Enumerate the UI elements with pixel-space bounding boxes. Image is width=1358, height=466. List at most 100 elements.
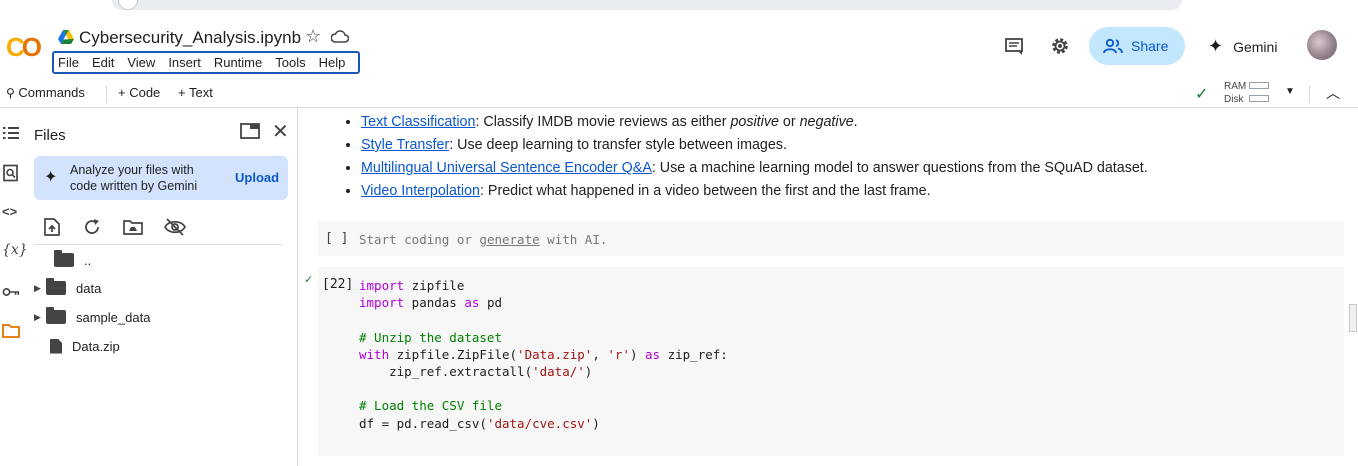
disk-bar: [1249, 95, 1269, 102]
folder-icon[interactable]: [2, 322, 20, 340]
key-icon[interactable]: [2, 283, 20, 301]
menu-item-help[interactable]: Help: [319, 55, 346, 70]
cell-prompt[interactable]: [ ]: [325, 231, 348, 246]
menu-item-runtime[interactable]: Runtime: [214, 55, 262, 70]
list-text: or: [778, 114, 800, 130]
file-name: data: [76, 280, 102, 296]
file-tree-row[interactable]: ..: [34, 248, 91, 272]
divider: [34, 244, 282, 245]
sparkle-icon: ✦: [1208, 36, 1224, 56]
list-text: : Use deep learning to transfer style be…: [449, 137, 787, 153]
empty-code-cell[interactable]: [ ] Start coding or generate with AI.: [318, 221, 1344, 256]
banner-line: code written by Gemini: [70, 179, 198, 193]
list-text: : Use a machine learning model to answer…: [651, 160, 1148, 176]
share-button[interactable]: Share: [1089, 27, 1185, 65]
placeholder-text: Start coding or: [359, 232, 480, 247]
link[interactable]: Text Classification: [361, 114, 475, 130]
notebook-header: CO Cybersecurity_Analysis.ipynb ☆ File Ed…: [0, 14, 1358, 80]
ram-label: RAM: [1224, 81, 1247, 92]
expand-arrow-icon[interactable]: ▶: [34, 312, 46, 323]
connected-check-icon: ✓: [1195, 86, 1209, 103]
search-icon: ⚲: [6, 86, 15, 100]
mount-drive-icon[interactable]: [123, 218, 143, 236]
upload-file-icon[interactable]: [44, 218, 60, 236]
list-text: .: [853, 114, 858, 130]
ram-bar: [1249, 82, 1269, 89]
banner-text: Analyze your files with code written by …: [70, 162, 197, 194]
upload-button[interactable]: Upload: [235, 170, 279, 185]
file-tree-row[interactable]: ▶ sample_data: [34, 305, 150, 329]
panel-title: Files: [34, 127, 66, 144]
gemini-banner: ✦ Analyze your files with code written b…: [34, 156, 288, 200]
disk-label: Disk: [1224, 94, 1244, 105]
menu-item-view[interactable]: View: [127, 55, 155, 70]
find-icon[interactable]: [2, 164, 20, 182]
refresh-icon[interactable]: [83, 218, 101, 236]
address-bar[interactable]: [112, 0, 1182, 10]
list-text: : Classify IMDB movie reviews as either: [475, 114, 731, 130]
collapse-icon[interactable]: ︿: [1326, 83, 1340, 103]
commands-label: Commands: [18, 85, 85, 100]
files-panel: Files ✕ ✦ Analyze your files with code w…: [24, 108, 298, 466]
close-icon[interactable]: ✕: [272, 119, 289, 144]
gemini-button[interactable]: ✦ Gemini: [1208, 36, 1277, 57]
file-name: sample_data: [76, 309, 151, 325]
people-icon: [1103, 38, 1123, 54]
executed-check-icon: ✓: [304, 274, 314, 286]
folder-icon: [46, 307, 66, 324]
menu-item-tools[interactable]: Tools: [275, 55, 305, 70]
file-name: Data.zip: [72, 338, 120, 354]
cell-placeholder: Start coding or generate with AI.: [359, 232, 607, 247]
hidden-files-icon[interactable]: [164, 217, 186, 237]
generate-link[interactable]: generate: [479, 232, 539, 247]
share-label: Share: [1131, 38, 1169, 54]
file-name: ..: [84, 252, 92, 268]
sparkle-icon: ✦: [44, 169, 58, 186]
folder-icon: [54, 250, 74, 267]
toc-icon[interactable]: [2, 124, 20, 142]
link[interactable]: Style Transfer: [361, 137, 449, 153]
link[interactable]: Video Interpolation: [361, 183, 480, 199]
notebook-title[interactable]: Cybersecurity_Analysis.ipynb: [79, 28, 301, 48]
list-item: Multilingual Universal Sentence Encoder …: [361, 158, 1148, 181]
open-in-tab-icon[interactable]: [240, 123, 260, 139]
divider: [106, 85, 107, 103]
folder-icon: [46, 278, 66, 295]
notebook-main: Text Classification: Classify IMDB movie…: [298, 108, 1358, 466]
colab-logo[interactable]: CO: [6, 32, 42, 63]
menu-bar: File Edit View Insert Runtime Tools Help: [52, 51, 360, 74]
cloud-icon[interactable]: [331, 29, 349, 43]
code-cell[interactable]: [22] import zipfile import pandas as pd …: [318, 267, 1344, 456]
list-text: : Predict what happened in a video betwe…: [479, 183, 931, 199]
drive-icon: [58, 30, 74, 44]
resource-indicator[interactable]: RAM Disk: [1224, 80, 1246, 106]
file-tree-row[interactable]: Data.zip: [34, 334, 120, 358]
dropdown-icon[interactable]: ▼: [1285, 86, 1295, 97]
divider: [1309, 85, 1310, 103]
file-icon: [50, 338, 62, 354]
toolbar: ⚲ Commands + Code + Text ✓ RAM Disk ▼ ︿: [0, 80, 1358, 108]
gear-icon[interactable]: [1050, 36, 1070, 56]
code-snippets-icon[interactable]: <>: [2, 204, 20, 222]
menu-item-edit[interactable]: Edit: [92, 55, 114, 70]
menu-item-file[interactable]: File: [58, 55, 79, 70]
star-icon[interactable]: ☆: [305, 26, 321, 47]
add-text-button[interactable]: + Text: [178, 85, 213, 100]
menu-item-insert[interactable]: Insert: [168, 55, 201, 70]
left-rail: <> {x}: [0, 108, 28, 466]
expand-arrow-icon[interactable]: ▶: [34, 283, 46, 294]
scrollbar[interactable]: [1349, 304, 1357, 332]
variables-icon[interactable]: {x}: [2, 242, 28, 260]
code-editor[interactable]: import zipfile import pandas as pd # Unz…: [359, 277, 728, 432]
commands-button[interactable]: ⚲ Commands: [6, 85, 85, 100]
banner-line: Analyze your files with: [70, 163, 194, 177]
link[interactable]: Multilingual Universal Sentence Encoder …: [361, 160, 652, 176]
placeholder-text: with AI.: [539, 232, 608, 247]
list-item: Text Classification: Classify IMDB movie…: [361, 112, 1148, 135]
cell-prompt[interactable]: [22]: [322, 277, 353, 292]
add-code-button[interactable]: + Code: [118, 85, 160, 100]
gemini-label: Gemini: [1233, 38, 1278, 55]
avatar[interactable]: [1307, 30, 1337, 60]
comment-icon[interactable]: [1004, 36, 1024, 56]
file-tree-row[interactable]: ▶ data: [34, 276, 101, 300]
